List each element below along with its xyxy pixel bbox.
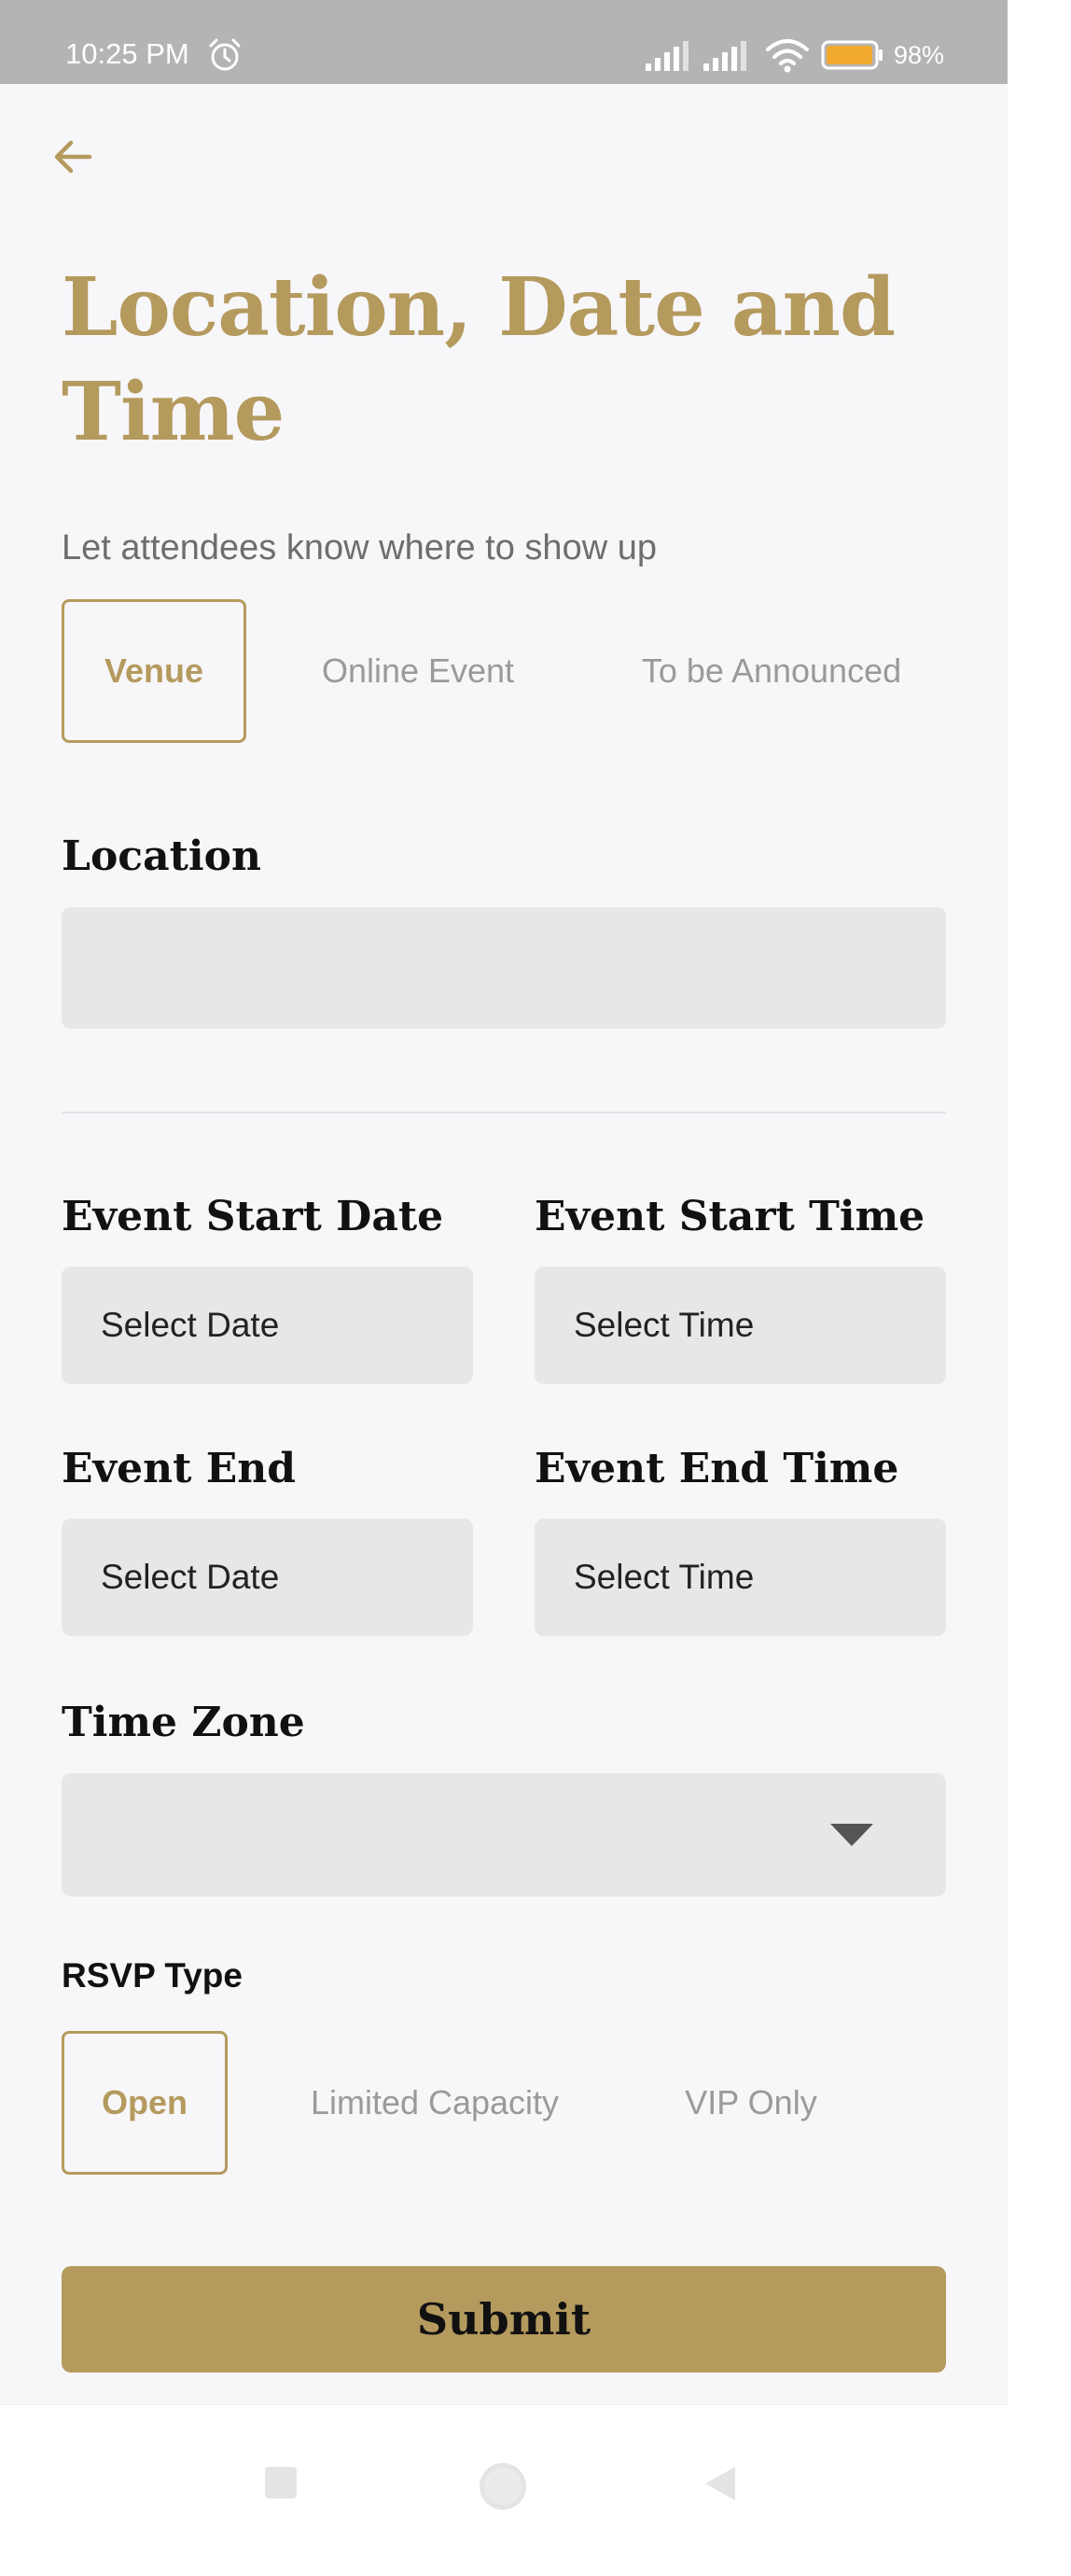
time-zone-label: Time Zone [62, 1699, 305, 1746]
status-bar: 10:25 PM 98% [0, 0, 1008, 84]
wifi-icon [766, 39, 809, 73]
event-start-time-picker[interactable]: Select Time [535, 1267, 946, 1384]
event-end-date-placeholder: Select Date [101, 1558, 280, 1596]
event-end-date-label: Event End [62, 1445, 297, 1492]
event-start-time-placeholder: Select Time [574, 1306, 755, 1344]
event-start-date-label: Event Start Date [62, 1193, 444, 1240]
event-end-time-picker[interactable]: Select Time [535, 1519, 946, 1636]
location-type-venue[interactable]: Venue [62, 599, 246, 743]
event-start-date-placeholder: Select Date [101, 1306, 280, 1344]
status-time: 10:25 PM [65, 37, 189, 70]
alarm-icon [209, 38, 241, 71]
signal-icon [703, 41, 746, 71]
arrow-left-icon[interactable] [47, 131, 99, 183]
home-circle-icon[interactable] [480, 2463, 526, 2510]
location-input[interactable] [62, 907, 946, 1029]
page-title: Location, Date and Time [62, 260, 896, 459]
event-end-time-placeholder: Select Time [574, 1558, 755, 1596]
event-end-date-picker[interactable]: Select Date [62, 1519, 473, 1636]
system-nav-bar [0, 2404, 1008, 2576]
submit-button[interactable]: Submit [62, 2266, 946, 2373]
rsvp-option-open[interactable]: Open [62, 2031, 228, 2175]
rsvp-option-limited-capacity[interactable]: Limited Capacity [285, 2031, 584, 2175]
page-subtitle: Let attendees know where to show up [62, 528, 657, 567]
location-type-online-event[interactable]: Online Event [297, 599, 539, 743]
caret-down-icon [830, 1824, 873, 1846]
event-start-date-picker[interactable]: Select Date [62, 1267, 473, 1384]
event-start-time-label: Event Start Time [535, 1193, 925, 1240]
battery-icon [821, 40, 883, 70]
location-type-to-be-announced[interactable]: To be Announced [608, 599, 935, 743]
rsvp-option-vip-only[interactable]: VIP Only [664, 2031, 838, 2175]
event-end-time-label: Event End Time [535, 1445, 899, 1492]
back-triangle-icon[interactable] [703, 2465, 737, 2502]
recents-square-icon[interactable] [265, 2467, 297, 2499]
location-label: Location [62, 833, 261, 880]
rsvp-type-label: RSVP Type [62, 1956, 243, 1995]
battery-percent: 98% [894, 41, 945, 69]
section-divider [62, 1112, 946, 1113]
time-zone-dropdown[interactable] [62, 1773, 946, 1897]
app-screen: 10:25 PM 98% Location, Date and Time Let… [0, 0, 1008, 2404]
signal-icon [646, 41, 688, 71]
